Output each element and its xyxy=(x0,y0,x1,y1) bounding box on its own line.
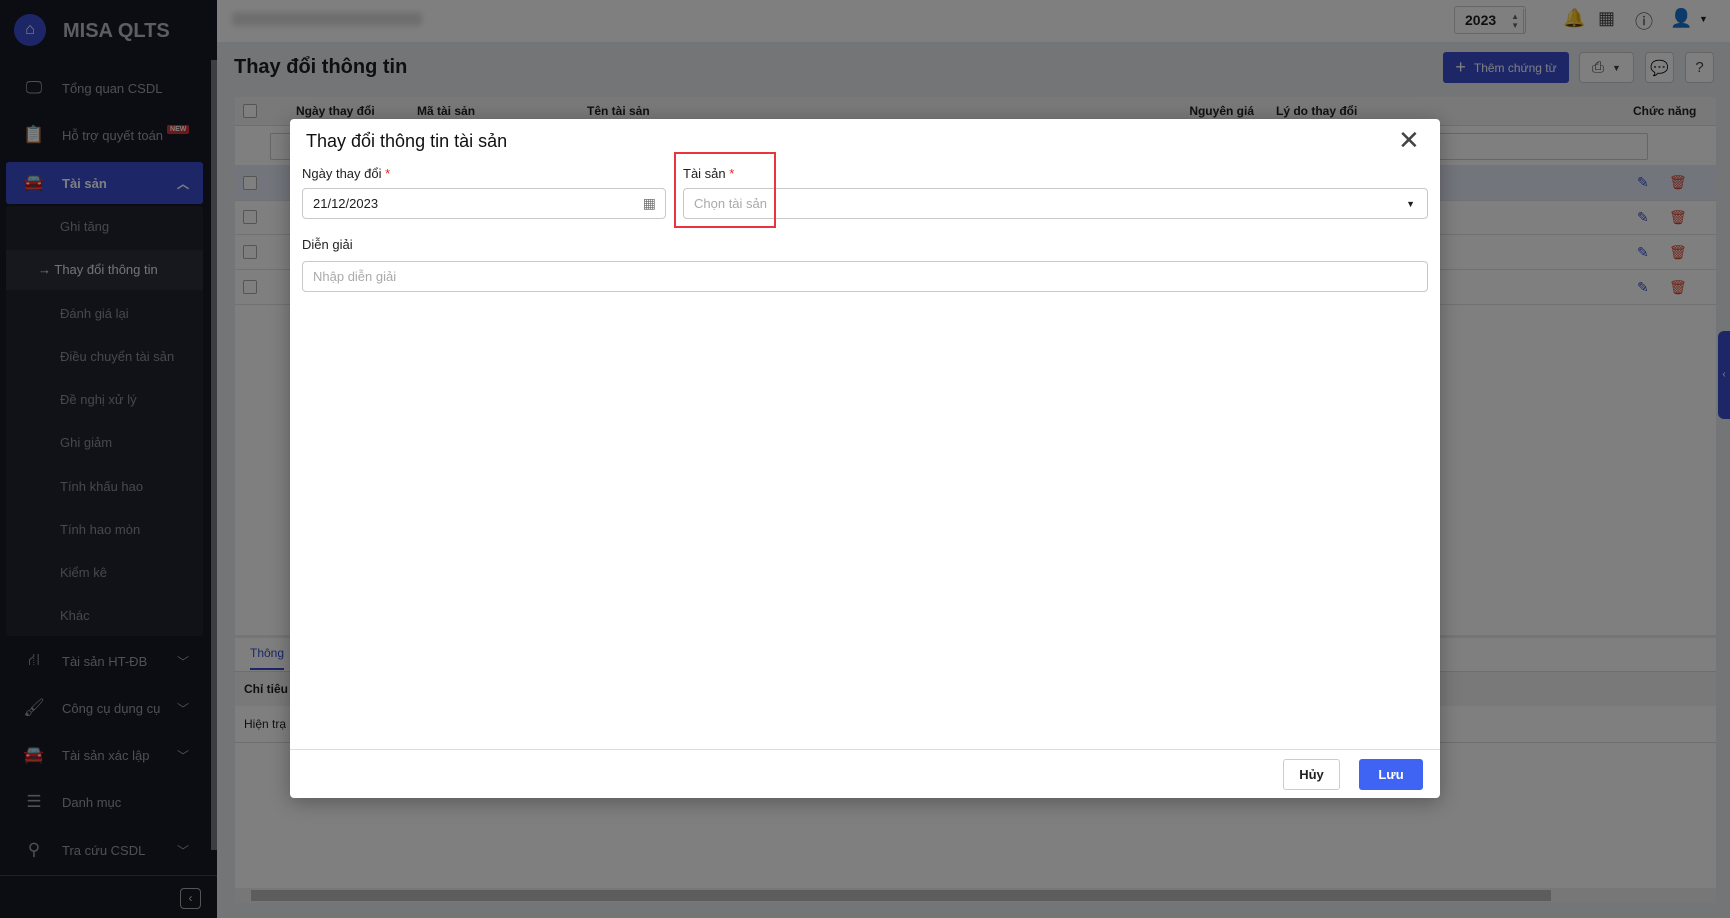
date-input[interactable]: 21/12/2023 ▦ xyxy=(302,188,666,219)
date-value: 21/12/2023 xyxy=(313,196,379,211)
description-input[interactable]: Nhập diễn giải xyxy=(302,261,1428,292)
date-label: Ngày thay đổi * xyxy=(302,166,390,181)
save-button[interactable]: Lưu xyxy=(1359,759,1423,790)
date-label-text: Ngày thay đổi xyxy=(302,166,382,181)
asset-select[interactable]: Chọn tài sản ▼ xyxy=(683,188,1428,219)
footer-divider xyxy=(290,749,1440,750)
close-icon[interactable]: ✕ xyxy=(1398,125,1420,155)
caret-down-icon[interactable]: ▼ xyxy=(1406,190,1415,219)
dialog-title: Thay đổi thông tin tài sản xyxy=(306,131,508,151)
required-mark: * xyxy=(385,166,391,181)
description-placeholder: Nhập diễn giải xyxy=(313,269,397,284)
change-asset-info-dialog: Thay đổi thông tin tài sản ✕ Ngày thay đ… xyxy=(290,119,1440,798)
highlight-box xyxy=(674,152,776,228)
cancel-button[interactable]: Hủy xyxy=(1283,759,1340,790)
description-label: Diễn giải xyxy=(302,237,353,252)
calendar-icon[interactable]: ▦ xyxy=(643,189,656,218)
